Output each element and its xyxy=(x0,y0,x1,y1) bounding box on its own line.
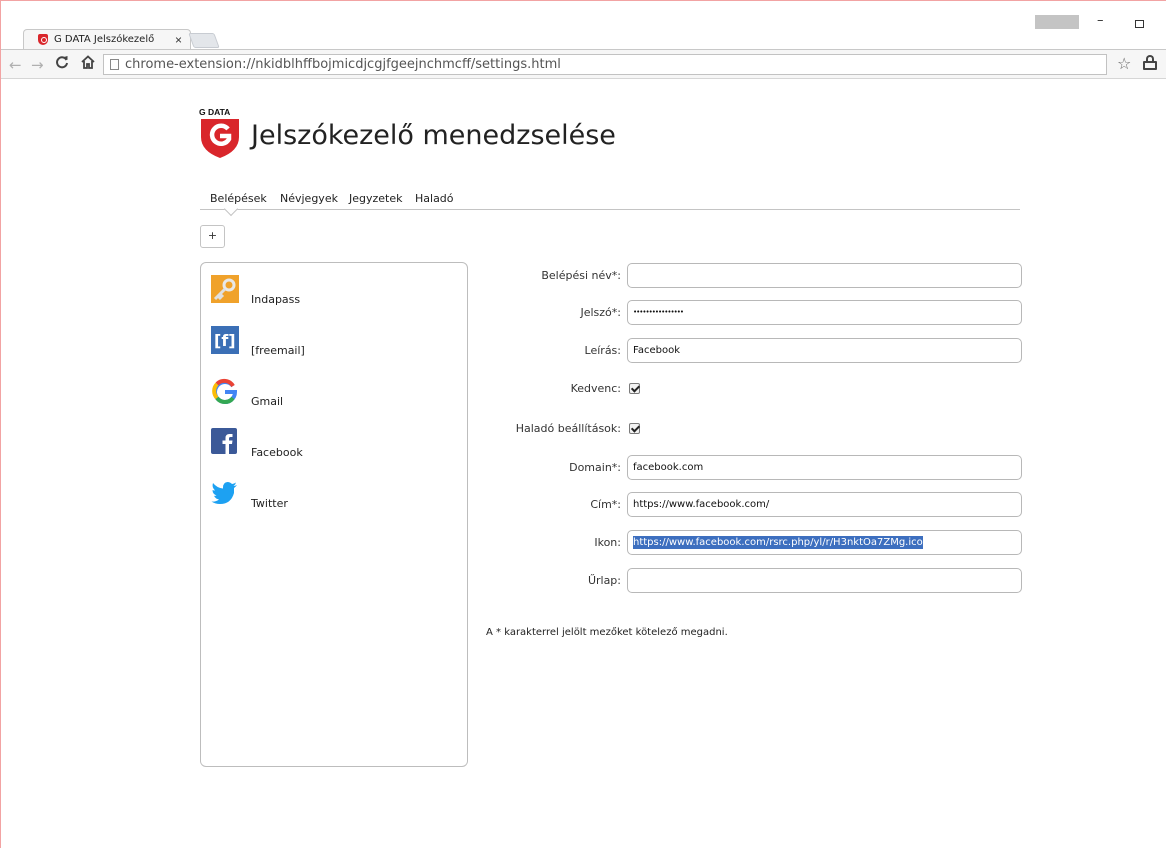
favorite-label: Kedvenc: xyxy=(570,382,621,395)
form-label: Űrlap: xyxy=(587,574,621,587)
address-bar[interactable]: chrome-extension://nkidblhffbojmicdjcgjf… xyxy=(103,54,1107,75)
list-item-label: Facebook xyxy=(251,446,303,459)
list-item-indapass[interactable]: Indapass xyxy=(211,275,451,315)
row-password: Jelszó*: •••••••••••••••• xyxy=(471,300,1023,326)
list-item-label: [freemail] xyxy=(251,344,305,357)
add-login-button[interactable]: + xyxy=(200,225,225,248)
tab-logins[interactable]: Belépések xyxy=(210,192,267,205)
tab-notes[interactable]: Jegyzetek xyxy=(349,192,403,205)
gdata-favicon-icon xyxy=(38,34,48,45)
password-manager-lock-icon[interactable] xyxy=(1143,55,1157,71)
section-tabs: Belépések Névjegyek Jegyzetek Haladó xyxy=(200,192,1020,217)
password-label: Jelszó*: xyxy=(580,306,621,319)
window-caption-block xyxy=(1035,15,1079,29)
row-username: Belépési név*: xyxy=(471,263,1023,289)
facebook-icon xyxy=(211,428,237,454)
twitter-icon xyxy=(211,482,237,504)
icon-label: Ikon: xyxy=(594,536,621,549)
list-item-label: Gmail xyxy=(251,395,284,408)
settings-page: G DATA Jelszókezelő menedzselése Belépés… xyxy=(1,80,1166,849)
google-icon xyxy=(212,378,238,404)
title-bar: G DATA Jelszókezelő × – xyxy=(1,1,1166,49)
advanced-settings-checkbox[interactable] xyxy=(629,423,640,434)
home-glyph xyxy=(81,55,95,69)
form-field[interactable] xyxy=(627,568,1022,593)
browser-tab[interactable]: G DATA Jelszókezelő × xyxy=(23,29,191,49)
list-item-label: Twitter xyxy=(251,497,288,510)
logins-list: Indapass [f] [freemail] Gmail Facebook T… xyxy=(200,262,468,767)
page-title: Jelszókezelő menedzselése xyxy=(251,120,616,151)
advanced-settings-label: Haladó beállítások: xyxy=(515,422,621,435)
forward-arrow-icon[interactable]: → xyxy=(31,56,44,74)
favorite-checkbox[interactable] xyxy=(629,383,640,394)
address-field[interactable]: https://www.facebook.com/ xyxy=(627,492,1022,517)
row-favorite: Kedvenc: xyxy=(471,376,1023,402)
list-item-freemail[interactable]: [f] [freemail] xyxy=(211,326,451,366)
tab-advanced[interactable]: Haladó xyxy=(415,192,454,205)
domain-field[interactable]: facebook.com xyxy=(627,455,1022,480)
gdata-shield-icon: G DATA xyxy=(199,107,239,158)
url-text: chrome-extension://nkidblhffbojmicdjcgjf… xyxy=(125,57,561,72)
browser-toolbar: ← → chrome-extension://nkidblhffbojmicdj… xyxy=(1,49,1166,79)
key-icon xyxy=(211,275,239,303)
row-icon: Ikon: https://www.facebook.com/rsrc.php/… xyxy=(471,530,1023,556)
bookmark-star-icon[interactable]: ☆ xyxy=(1117,54,1131,73)
reload-glyph xyxy=(56,56,68,69)
minimize-button[interactable]: – xyxy=(1097,13,1104,28)
address-label: Cím*: xyxy=(590,498,621,511)
page-icon xyxy=(110,59,119,70)
row-domain: Domain*: facebook.com xyxy=(471,455,1023,481)
list-item-gmail[interactable]: Gmail xyxy=(211,377,451,417)
row-address: Cím*: https://www.facebook.com/ xyxy=(471,492,1023,518)
row-form: Űrlap: xyxy=(471,568,1023,594)
description-field[interactable]: Facebook xyxy=(627,338,1022,363)
reload-icon[interactable] xyxy=(55,55,69,73)
tab-close-icon[interactable]: × xyxy=(175,33,182,47)
back-arrow-icon[interactable]: ← xyxy=(9,56,22,74)
home-icon[interactable] xyxy=(81,55,95,73)
logo-wordmark: G DATA xyxy=(199,107,230,117)
tab-contacts[interactable]: Névjegyek xyxy=(280,192,338,205)
row-description: Leírás: Facebook xyxy=(471,338,1023,364)
tab-title: G DATA Jelszókezelő xyxy=(54,34,155,45)
gdata-logo: G DATA xyxy=(199,107,241,159)
icon-url-selection: https://www.facebook.com/rsrc.php/yl/r/H… xyxy=(633,536,923,549)
lock-body xyxy=(1143,61,1157,70)
domain-label: Domain*: xyxy=(569,461,621,474)
list-item-twitter[interactable]: Twitter xyxy=(211,479,451,519)
description-label: Leírás: xyxy=(584,344,621,357)
row-advanced-settings: Haladó beállítások: xyxy=(471,416,1023,442)
freemail-icon: [f] xyxy=(211,326,239,354)
password-field[interactable]: •••••••••••••••• xyxy=(627,300,1022,325)
list-item-label: Indapass xyxy=(251,293,301,306)
icon-field[interactable]: https://www.facebook.com/rsrc.php/yl/r/H… xyxy=(627,530,1022,555)
browser-window: G DATA Jelszókezelő × – ← → chrome-exten… xyxy=(0,0,1166,848)
required-fields-note: A * karakterrel jelölt mezőket kötelező … xyxy=(486,627,728,638)
svg-text:[f]: [f] xyxy=(214,331,236,350)
username-label: Belépési név*: xyxy=(541,269,621,282)
username-field[interactable] xyxy=(627,263,1022,288)
list-item-facebook[interactable]: Facebook xyxy=(211,428,451,468)
maximize-button[interactable] xyxy=(1135,20,1144,28)
new-tab-button[interactable] xyxy=(188,33,220,48)
